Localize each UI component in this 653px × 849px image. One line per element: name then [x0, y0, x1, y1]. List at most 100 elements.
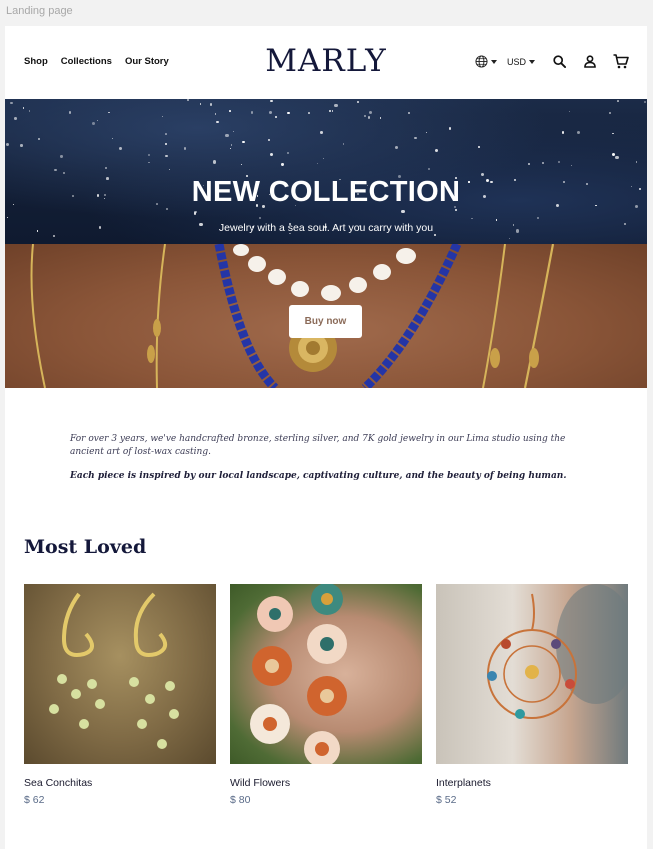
- water-sparkle: [448, 127, 452, 131]
- water-sparkle: [183, 147, 186, 150]
- water-sparkle: [164, 142, 167, 145]
- water-sparkle: [454, 209, 457, 212]
- hero-subtitle: Jewelry with a sea soul. Art you carry w…: [218, 222, 434, 234]
- product-card[interactable]: Interplanets $ 52: [436, 584, 628, 806]
- water-sparkle: [186, 99, 189, 101]
- water-sparkle: [225, 133, 229, 137]
- water-sparkle: [6, 216, 9, 219]
- hero-banner: NEW COLLECTION Jewelry with a sea soul. …: [5, 99, 647, 388]
- water-sparkle: [401, 209, 405, 213]
- water-sparkle: [97, 119, 99, 121]
- water-sparkle: [394, 145, 399, 149]
- water-sparkle: [148, 162, 150, 164]
- earrings-illustration: [49, 592, 179, 749]
- water-sparkle: [20, 144, 23, 147]
- water-sparkle: [242, 140, 245, 144]
- water-sparkle: [92, 122, 96, 125]
- water-sparkle: [9, 101, 13, 105]
- site-header: Shop Collections Our Story MARLY USD: [5, 26, 647, 99]
- water-sparkle: [6, 143, 10, 147]
- water-sparkle: [608, 111, 611, 114]
- water-sparkle: [356, 101, 359, 104]
- water-sparkle: [612, 132, 614, 135]
- water-sparkle: [230, 147, 232, 149]
- globe-icon: [475, 55, 488, 68]
- user-icon[interactable]: [584, 55, 596, 68]
- buy-now-button[interactable]: Buy now: [289, 305, 362, 338]
- flowers-illustration: [250, 584, 347, 764]
- product-card[interactable]: Wild Flowers $ 80: [230, 584, 422, 806]
- water-sparkle: [427, 167, 431, 171]
- water-sparkle: [274, 115, 278, 119]
- product-name[interactable]: Wild Flowers: [230, 777, 422, 789]
- water-sparkle: [508, 237, 511, 239]
- water-sparkle: [105, 166, 108, 169]
- water-sparkle: [576, 131, 581, 135]
- water-sparkle: [28, 110, 31, 112]
- currency-label: USD: [506, 56, 526, 67]
- water-sparkle: [147, 153, 150, 156]
- search-icon[interactable]: [553, 55, 566, 68]
- water-sparkle: [212, 160, 217, 164]
- product-name[interactable]: Sea Conchitas: [24, 777, 216, 789]
- landing-page: Shop Collections Our Story MARLY USD NEW…: [5, 26, 647, 849]
- water-sparkle: [379, 117, 382, 120]
- water-sparkle: [215, 113, 217, 115]
- water-sparkle: [342, 143, 345, 145]
- water-sparkle: [287, 111, 290, 114]
- water-sparkle: [60, 155, 63, 158]
- water-sparkle: [241, 164, 243, 166]
- water-sparkle: [258, 216, 262, 220]
- water-sparkle: [477, 146, 480, 149]
- header-tools: USD: [475, 54, 629, 69]
- water-sparkle: [322, 157, 324, 159]
- water-sparkle: [209, 103, 213, 106]
- water-sparkle: [162, 116, 164, 118]
- water-sparkle: [536, 217, 539, 220]
- product-image[interactable]: [436, 584, 628, 764]
- water-sparkle: [108, 112, 110, 114]
- water-sparkle: [62, 171, 65, 174]
- product-card[interactable]: Sea Conchitas $ 62: [24, 584, 216, 806]
- water-sparkle: [308, 111, 311, 114]
- water-sparkle: [541, 162, 544, 165]
- water-sparkle: [270, 152, 274, 156]
- water-sparkle: [53, 235, 56, 238]
- water-sparkle: [14, 117, 18, 120]
- water-sparkle: [319, 131, 323, 134]
- water-sparkle: [54, 168, 57, 172]
- water-sparkle: [316, 163, 318, 165]
- water-sparkle: [611, 152, 615, 156]
- most-loved-title: Most Loved: [24, 536, 147, 558]
- water-sparkle: [561, 131, 565, 134]
- chevron-down-icon: [490, 59, 497, 64]
- product-price: $ 62: [24, 794, 45, 806]
- hero-title: NEW COLLECTION: [191, 176, 461, 208]
- product-price: $ 80: [230, 794, 251, 806]
- cart-icon[interactable]: [613, 54, 629, 69]
- water-sparkle: [232, 131, 234, 133]
- water-sparkle: [38, 138, 41, 141]
- product-image[interactable]: [24, 584, 216, 764]
- product-image[interactable]: [230, 584, 422, 764]
- water-sparkle: [568, 110, 571, 112]
- water-sparkle: [169, 168, 171, 170]
- water-sparkle: [368, 110, 372, 115]
- frame-label: Landing page: [6, 5, 73, 17]
- water-sparkle: [615, 155, 619, 159]
- water-sparkle: [414, 136, 417, 140]
- water-sparkle: [268, 111, 272, 114]
- water-sparkle: [267, 138, 271, 142]
- water-sparkle: [119, 147, 123, 151]
- product-name[interactable]: Interplanets: [436, 777, 628, 789]
- water-sparkle: [22, 107, 25, 110]
- brand-story: For over 3 years, we've handcrafted bron…: [70, 433, 580, 481]
- product-price: $ 52: [436, 794, 457, 806]
- currency-selector[interactable]: USD: [507, 57, 535, 67]
- water-sparkle: [230, 143, 233, 146]
- water-sparkle: [287, 151, 290, 155]
- product-grid: Sea Conchitas $ 62 Wild Flowers $ 80 Int…: [24, 584, 628, 806]
- story-highlight: Each piece is inspired by our local land…: [70, 471, 567, 481]
- language-selector[interactable]: [475, 55, 497, 68]
- water-sparkle: [435, 149, 439, 153]
